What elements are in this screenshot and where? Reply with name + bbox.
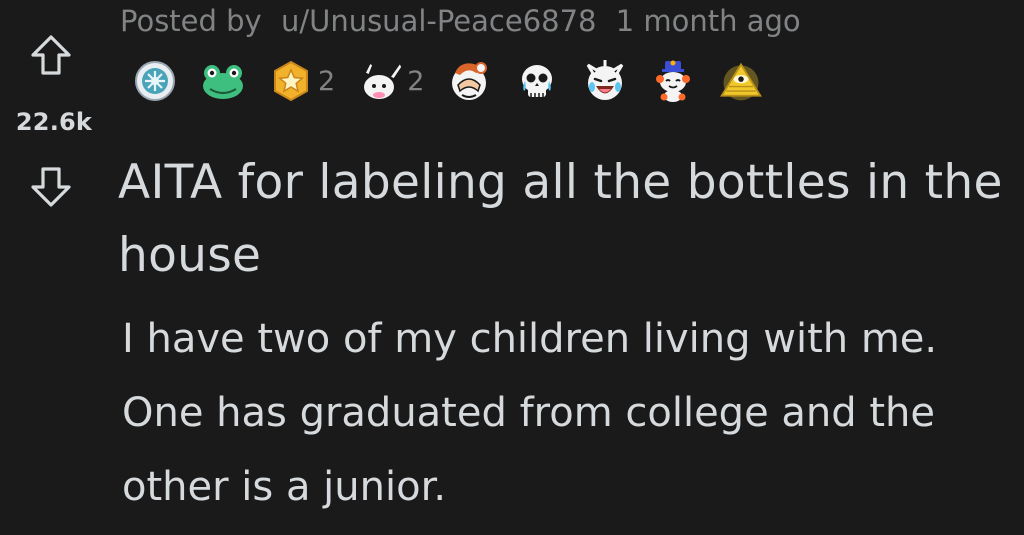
laughing-face-icon (587, 60, 624, 100)
upvote-arrow-icon (31, 35, 71, 75)
award-count: 2 (318, 65, 336, 97)
award-laughing[interactable] (582, 58, 628, 104)
awards-row[interactable]: 2 2 (132, 56, 786, 106)
award-skull[interactable] (514, 58, 560, 104)
downvote-arrow-icon (31, 167, 71, 207)
illuminati-pyramid-icon (720, 62, 763, 101)
author-link[interactable]: u/Unusual-Peace6878 (281, 4, 597, 38)
post-time[interactable]: 1 month ago (616, 4, 801, 38)
downvote-button[interactable] (29, 165, 73, 209)
star-medal-icon (274, 60, 308, 102)
award-star-medal[interactable] (268, 58, 314, 104)
vote-column: 22.6k (0, 0, 110, 535)
post-body: I have two of my children living with me… (122, 316, 938, 510)
silver-badge-icon (135, 61, 175, 101)
frog-icon (203, 65, 243, 99)
post-title[interactable]: AITA for labeling all the bottles in the… (118, 146, 1018, 292)
crying-skull-icon (522, 65, 553, 97)
award-illuminati[interactable] (718, 58, 764, 104)
praise-hands-icon (364, 61, 404, 99)
vote-score: 22.6k (15, 108, 93, 136)
award-silver-badge[interactable] (132, 58, 178, 104)
posted-by-label: Posted by (120, 4, 262, 38)
award-praise[interactable] (357, 58, 404, 104)
award-count: 2 (407, 65, 425, 97)
award-facepalm[interactable] (446, 58, 492, 104)
snoo-party-icon (656, 60, 691, 102)
upvote-button[interactable] (29, 33, 73, 77)
post-meta: Posted by u/Unusual-Peace6878 1 month ag… (120, 4, 801, 38)
facepalm-icon (452, 62, 488, 100)
award-snoo-party[interactable] (650, 58, 696, 104)
award-frog[interactable] (200, 58, 246, 104)
